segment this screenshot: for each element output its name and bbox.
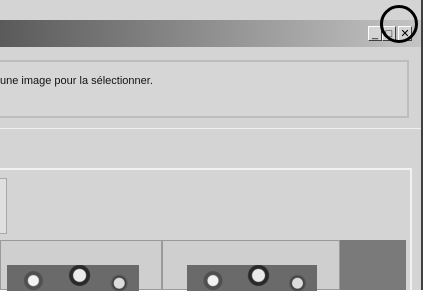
image-tile-3[interactable]: [340, 240, 406, 290]
app-window: _ □ ✕ une image pour la sélectionner.: [0, 0, 423, 291]
image-tile-1[interactable]: [0, 240, 162, 291]
instruction-text: une image pour la sélectionner.: [0, 75, 153, 87]
divider: [0, 128, 421, 129]
highlight-circle: [380, 5, 418, 43]
title-bar[interactable]: _ □ ✕: [0, 20, 421, 47]
image-tile-2[interactable]: [162, 240, 340, 291]
image-thumbnail[interactable]: [187, 265, 317, 291]
image-thumbnail[interactable]: [7, 265, 139, 291]
instruction-box: une image pour la sélectionner.: [0, 60, 409, 118]
panel-tab-edge: [0, 178, 7, 234]
